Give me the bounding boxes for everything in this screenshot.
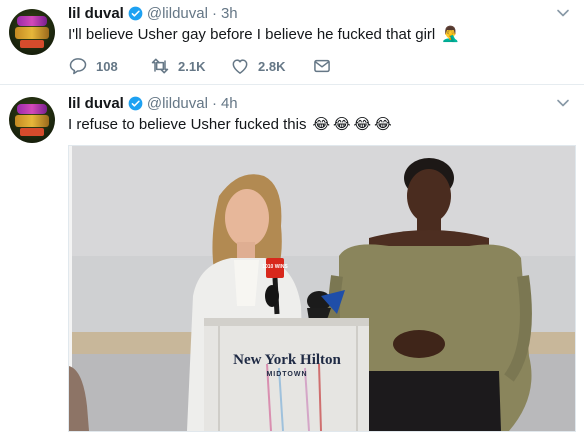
podium-sign: New York Hilton: [233, 352, 341, 368]
retweet-count: 2.1K: [178, 58, 206, 74]
press-conference-photo: 1010 WINS New York Hilton MIDTOWN: [69, 146, 575, 431]
handle[interactable]: @lilduval: [147, 95, 208, 112]
avatar[interactable]: [9, 97, 55, 143]
separator-dot: ·: [211, 94, 217, 112]
reply-icon: [69, 58, 87, 75]
tweet-header: lil duval @lilduval · 3h: [68, 3, 238, 23]
display-name[interactable]: lil duval: [68, 5, 124, 22]
mic-flag-1010: 1010 WINS: [262, 264, 288, 270]
tweet-divider: [0, 84, 584, 85]
tweet-body: I'll believe Usher gay before I believe …: [68, 25, 436, 43]
like-icon: [232, 59, 248, 74]
tweet-text: I'll believe Usher gay before I believe …: [68, 24, 460, 44]
tweet-actions: 108 2.1K 2.8K: [68, 56, 332, 76]
separator-dot: ·: [211, 4, 217, 22]
direct-message-icon: [314, 59, 330, 73]
like-button[interactable]: 2.8K: [230, 56, 312, 76]
avatar[interactable]: [9, 9, 55, 55]
timestamp[interactable]: 3h: [221, 5, 238, 22]
laughing-emoji: 😂: [333, 116, 351, 133]
reply-button[interactable]: 108: [68, 56, 150, 76]
direct-message-button[interactable]: [312, 56, 332, 76]
handle[interactable]: @lilduval: [147, 5, 208, 22]
podium-subtitle: MIDTOWN: [266, 371, 307, 378]
laughing-emoji: 😂: [374, 116, 392, 133]
display-name[interactable]: lil duval: [68, 95, 124, 112]
tweet-text: I refuse to believe Usher fucked this 😂 …: [68, 114, 392, 134]
facepalm-emoji: 🤦‍♂️: [441, 26, 460, 43]
tweet-header: lil duval @lilduval · 4h: [68, 93, 238, 113]
chevron-down-icon[interactable]: [555, 5, 571, 21]
verified-badge-icon: [128, 6, 143, 20]
timestamp[interactable]: 4h: [221, 95, 238, 112]
like-count: 2.8K: [258, 58, 286, 74]
tweet-body: I refuse to believe Usher fucked this: [68, 115, 307, 133]
reply-count: 108: [96, 58, 118, 74]
laughing-emoji: 😂: [312, 116, 330, 133]
laughing-emoji: 😂: [353, 116, 372, 133]
chevron-down-icon[interactable]: [555, 95, 571, 111]
retweet-button[interactable]: 2.1K: [150, 56, 230, 76]
tweet-photo[interactable]: 1010 WINS New York Hilton MIDTOWN: [68, 145, 576, 432]
retweet-icon: [151, 58, 169, 74]
verified-badge-icon: [128, 96, 143, 110]
